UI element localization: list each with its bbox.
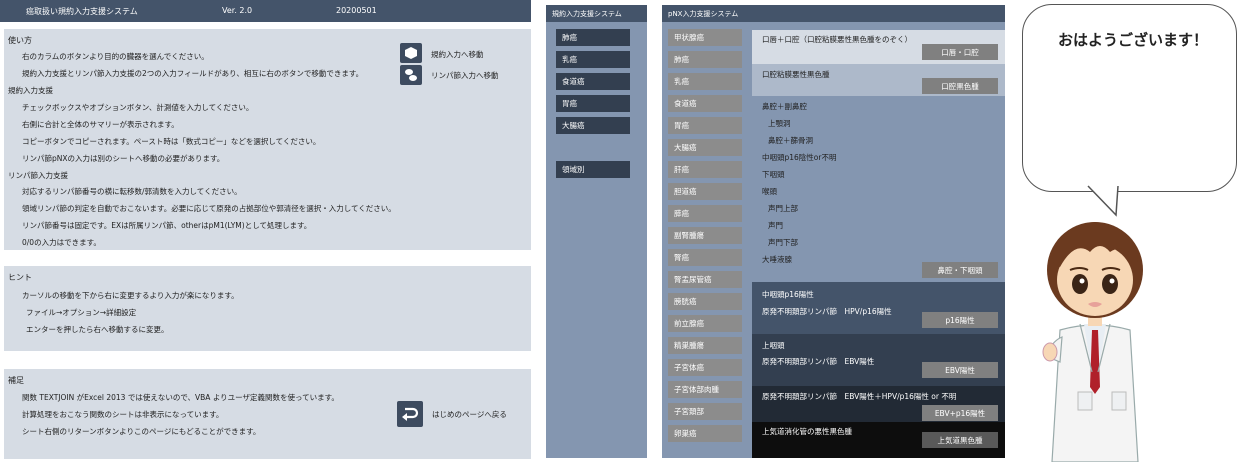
usage-subtitle: 規約入力支援 xyxy=(8,86,53,95)
pnx-button[interactable]: 肝癌 xyxy=(668,161,742,178)
rules-button-breast[interactable]: 乳癌 xyxy=(556,51,630,68)
usage-section: 使い方 右のカラムのボタンより目的の臓器を選んでください。 規約入力支援とリンパ… xyxy=(4,29,531,250)
app-title: 癌取扱い規約入力支援システム xyxy=(26,7,138,16)
pnx-button[interactable]: 大腸癌 xyxy=(668,139,742,156)
section-label: 上気道消化管の悪性黒色腫 xyxy=(762,427,852,436)
usage-line: 右のカラムのボタンより目的の臓器を選んでください。 xyxy=(22,52,209,61)
goto-rules-link[interactable]: 規約入力へ移動 xyxy=(431,49,484,60)
pnx-button[interactable]: 卵巣癌 xyxy=(668,425,742,442)
section-label: 原発不明頚部リンパ節 HPV/p16陽性 xyxy=(762,307,892,316)
ebv-p16-button[interactable]: EBV+p16陽性 xyxy=(922,405,998,421)
pnx-button[interactable]: 精巣腫瘍 xyxy=(668,337,742,354)
section-line: 鼻腔＋副鼻腔 xyxy=(762,102,807,111)
section-line: 鼻腔＋篩骨洞 xyxy=(768,136,813,145)
return-icon[interactable] xyxy=(397,401,423,427)
pnx-button[interactable]: 胆道癌 xyxy=(668,183,742,200)
pnx-button[interactable]: 副腎腫瘍 xyxy=(668,227,742,244)
rules-button-stomach[interactable]: 胃癌 xyxy=(556,95,630,112)
section-title: 上咽頭 xyxy=(762,341,785,350)
date-label: 20200501 xyxy=(336,6,377,15)
lymph-node-icon[interactable] xyxy=(400,65,422,85)
section-line: 声門 xyxy=(768,221,783,230)
section-line: 下咽頭 xyxy=(762,170,785,179)
rules-button-lung[interactable]: 肺癌 xyxy=(556,29,630,46)
section-line: 喉頭 xyxy=(762,187,777,196)
usage-subtitle: リンパ節入力支援 xyxy=(8,171,68,180)
usage-line: チェックボックスやオプションボタン、計測値を入力してください。 xyxy=(22,103,254,112)
section-line: 中咽頭p16陰性or不明 xyxy=(762,153,837,162)
usage-line: 領域リンパ節の判定を自動でおこないます。必要に応じて原発の占拠部位や郭清径を選択… xyxy=(22,204,396,213)
section-spacer xyxy=(752,22,1005,30)
upper-melanoma-button[interactable]: 上気道黒色腫 xyxy=(922,432,998,448)
hint-line: カーソルの移動を下から右に変更するより入力が楽になります。 xyxy=(22,291,239,300)
pnx-button[interactable]: 胃癌 xyxy=(668,117,742,134)
usage-line: 0/0の入力はできます。 xyxy=(22,238,101,247)
hint-line: ファイル→オプション→詳細設定 xyxy=(26,308,137,317)
pnx-button[interactable]: 膀胱癌 xyxy=(668,293,742,310)
pnx-button[interactable]: 食道癌 xyxy=(668,95,742,112)
version-label: Ver. 2.0 xyxy=(222,6,253,15)
section-line: 上顎洞 xyxy=(768,119,791,128)
section-label: 口唇＋口腔（口腔粘膜悪性黒色腫をのぞく） xyxy=(762,35,912,44)
usage-line: 対応するリンパ節番号の横に転移数/郭清数を入力してください。 xyxy=(22,187,242,196)
hexagon-icon[interactable] xyxy=(400,43,422,63)
section-label: 口腔粘膜悪性黒色腫 xyxy=(762,70,830,79)
notes-line: 計算処理をおこなう関数のシートは非表示になっています。 xyxy=(22,410,224,419)
header-bar: 癌取扱い規約入力支援システム Ver. 2.0 20200501 xyxy=(0,0,531,22)
doctor-character-icon xyxy=(1042,222,1143,462)
hint-title: ヒント xyxy=(8,273,32,282)
section-label: 原発不明頚部リンパ節 EBV陽性＋HPV/p16陽性 or 不明 xyxy=(762,392,957,401)
usage-title: 使い方 xyxy=(8,36,32,45)
oral-button[interactable]: 口唇・口腔 xyxy=(922,44,998,60)
notes-title: 補足 xyxy=(8,376,24,385)
section-ebv: 上咽頭 原発不明頚部リンパ節 EBV陽性 xyxy=(752,334,1005,386)
p16-button[interactable]: p16陽性 xyxy=(922,312,998,328)
nasal-pharynx-button[interactable]: 鼻腔・下咽頭 xyxy=(922,262,998,278)
pnx-button[interactable]: 腎盂尿管癌 xyxy=(668,271,742,288)
section-nasal-pharynx: 鼻腔＋副鼻腔 上顎洞 鼻腔＋篩骨洞 中咽頭p16陰性or不明 下咽頭 喉頭 声門… xyxy=(752,96,1005,282)
usage-line: リンパ節番号は固定です。EXは所属リンパ節、otherはpM1(LYM)として処… xyxy=(22,221,312,230)
usage-line: 規約入力支援とリンパ節入力支援の2つの入力フィールドがあり、相互に右のボタンで移… xyxy=(22,69,364,78)
pnx-button[interactable]: 子宮頚部 xyxy=(668,403,742,420)
rules-button-region[interactable]: 領域別 xyxy=(556,161,630,178)
goto-lymph-link[interactable]: リンパ節入力へ移動 xyxy=(431,70,499,81)
hint-line: エンターを押したら右へ移動するに変更。 xyxy=(26,325,169,334)
pnx-button[interactable]: 腎癌 xyxy=(668,249,742,266)
section-line: 声門上部 xyxy=(768,204,798,213)
notes-section: 補足 関数 TEXTJOIN がExcel 2013 では使えないので、VBA … xyxy=(4,369,531,459)
oral-melanoma-button[interactable]: 口腔黒色腫 xyxy=(922,78,998,94)
notes-line: 関数 TEXTJOIN がExcel 2013 では使えないので、VBA よりユ… xyxy=(22,393,339,402)
ebv-button[interactable]: EBV陽性 xyxy=(922,362,998,378)
pnx-button[interactable]: 甲状腺癌 xyxy=(668,29,742,46)
pnx-button[interactable]: 子宮体部肉腫 xyxy=(668,381,742,398)
pnx-button[interactable]: 肺癌 xyxy=(668,51,742,68)
usage-line: コピーボタンでコピーされます。ペースト時は「数式コピー」などを選択してください。 xyxy=(22,137,321,146)
pnx-button[interactable]: 前立腺癌 xyxy=(668,315,742,332)
rules-button-colon[interactable]: 大腸癌 xyxy=(556,117,630,134)
section-title: 中咽頭p16陽性 xyxy=(762,290,814,299)
pnx-button[interactable]: 子宮体癌 xyxy=(668,359,742,376)
pnx-panel-title: pNX入力支援システム xyxy=(662,5,1005,22)
greeting-text: おはようございます！ xyxy=(1058,31,1209,49)
usage-line: リンパ節pNXの入力は別のシートへ移動の必要があります。 xyxy=(22,154,225,163)
hint-section: ヒント カーソルの移動を下から右に変更するより入力が楽になります。 ファイル→オ… xyxy=(4,266,531,351)
rules-panel-title: 規約入力支援システム xyxy=(546,5,647,22)
section-line: 大唾液腺 xyxy=(762,255,792,264)
notes-line: シート右側のリターンボタンよりこのページにもどることができます。 xyxy=(22,427,261,436)
rules-button-esophagus[interactable]: 食道癌 xyxy=(556,73,630,90)
usage-line: 右側に合計と全体のサマリーが表示されます。 xyxy=(22,120,179,129)
pnx-button[interactable]: 乳癌 xyxy=(668,73,742,90)
return-link[interactable]: はじめのページへ戻る xyxy=(432,409,507,420)
section-label: 原発不明頚部リンパ節 EBV陽性 xyxy=(762,357,875,366)
section-line: 声門下部 xyxy=(768,238,798,247)
pnx-button[interactable]: 膵癌 xyxy=(668,205,742,222)
